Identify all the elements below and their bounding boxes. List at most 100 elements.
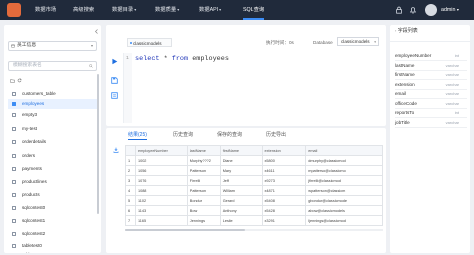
table-item[interactable]: customers_table bbox=[8, 89, 98, 99]
chevron-down-icon: ▾ bbox=[456, 7, 459, 12]
column-header[interactable]: employeeNumber bbox=[134, 145, 188, 156]
column-header[interactable] bbox=[125, 145, 136, 156]
tab-history[interactable]: 历史查询 bbox=[173, 131, 193, 138]
table-icon bbox=[12, 232, 16, 236]
collapse-icon[interactable] bbox=[94, 29, 99, 34]
field-type: varchar bbox=[445, 72, 459, 77]
chevron-left-icon[interactable]: ‹ bbox=[395, 28, 396, 33]
table-name: sqlcontest2 bbox=[22, 231, 46, 236]
table-icon bbox=[12, 92, 16, 96]
table-item[interactable]: payments bbox=[8, 164, 98, 174]
tab-results[interactable]: 结果(25) bbox=[128, 131, 147, 140]
table-cell: x5428 bbox=[261, 205, 307, 216]
nav-label: SQL查询 bbox=[243, 7, 265, 13]
table-row[interactable]: 2 1056 Patterson Mary x4611 mpatterso@classic… bbox=[125, 165, 383, 176]
database-select[interactable]: classicmodels ▾ bbox=[337, 37, 379, 46]
field-item[interactable]: jobTitle varchar bbox=[395, 118, 467, 128]
chevron-down-icon: ▾ bbox=[90, 43, 93, 48]
table-item[interactable]: tabletest1 bbox=[8, 250, 98, 253]
nav-data-market[interactable]: 数据市场 bbox=[35, 0, 56, 20]
field-list-title-text: 字段列表 bbox=[397, 28, 418, 34]
table-row[interactable]: 5 1102 Bondur Gerard x5408 gbondur@classicmod… bbox=[125, 195, 383, 206]
table-row[interactable]: 4 1088 Patterson William x4871 wpatterson@cla… bbox=[125, 185, 383, 196]
table-cell: 1076 bbox=[134, 175, 188, 186]
table-row[interactable]: 7 1165 Jennings Leslie x3291 ljennings@classi… bbox=[125, 215, 383, 226]
nav-label: 高级搜索 bbox=[73, 7, 95, 13]
field-item[interactable]: employeeNumber int bbox=[395, 51, 467, 61]
table-icon bbox=[12, 113, 16, 117]
column-header[interactable]: lastName bbox=[186, 145, 221, 156]
scroll-thumb[interactable] bbox=[125, 229, 245, 231]
table-name: tabletest1 bbox=[22, 252, 42, 253]
table-item[interactable]: empty3 bbox=[8, 110, 98, 120]
bell-icon[interactable] bbox=[409, 6, 417, 14]
table-cell: x5800 bbox=[261, 155, 307, 166]
table-cell: 1143 bbox=[134, 205, 188, 216]
column-header[interactable]: extension bbox=[261, 145, 307, 156]
tab-export-history[interactable]: 历史导出 bbox=[266, 131, 286, 138]
avatar[interactable] bbox=[425, 4, 437, 16]
table-item[interactable]: orderdetails bbox=[8, 137, 98, 147]
nav-label: 数据API bbox=[199, 7, 219, 13]
table-search-input[interactable]: 模糊搜索表名 bbox=[8, 61, 97, 71]
field-type: int bbox=[454, 110, 459, 115]
field-item[interactable]: firstName varchar bbox=[395, 70, 467, 80]
nav-data-api[interactable]: 数据API▾ bbox=[199, 0, 221, 20]
table-row[interactable]: 3 1076 Firrelli Jeff x9273 jfirrelli@classicm… bbox=[125, 175, 383, 186]
column-header[interactable]: firstName bbox=[219, 145, 263, 156]
brand-logo[interactable] bbox=[7, 3, 21, 17]
datasource-select[interactable]: 员工信息 ▾ bbox=[8, 41, 97, 51]
table-cell: ljennings@classicmod bbox=[305, 215, 383, 226]
table-cell: Bondur bbox=[186, 195, 221, 206]
table-name: payments bbox=[22, 166, 42, 171]
lock-icon[interactable] bbox=[395, 6, 403, 14]
table-name: sqlcontest0 bbox=[22, 205, 46, 210]
sql-code: select * from employees bbox=[135, 55, 229, 63]
nav-data-quality[interactable]: 数据质量▾ bbox=[155, 0, 179, 20]
nav-advanced-search[interactable]: 高级搜索 bbox=[73, 0, 94, 20]
nav-label: 数据质量 bbox=[155, 7, 177, 13]
table-cell: Leslie bbox=[219, 215, 263, 226]
save-icon[interactable] bbox=[111, 77, 118, 84]
table-name: sqlcontest1 bbox=[22, 218, 46, 223]
table-item[interactable]: sqlcontest1 bbox=[8, 216, 98, 226]
field-type: varchar bbox=[445, 91, 459, 96]
code-area[interactable]: 1 select * from employees bbox=[123, 53, 383, 123]
user-name[interactable]: admin ▾ bbox=[441, 0, 459, 20]
table-item[interactable]: sqlcontest0 bbox=[8, 203, 98, 213]
database-label: Database bbox=[313, 40, 333, 45]
table-item[interactable]: my-test bbox=[8, 124, 98, 134]
table-row[interactable]: 1 1002 Murphy???2 Diane x5800 dmurphy@classic… bbox=[125, 155, 383, 166]
field-item[interactable]: email varchar bbox=[395, 89, 467, 99]
table-row[interactable]: 6 1143 Bow Anthony x5428 abow@classicmodels bbox=[125, 205, 383, 216]
chevron-down-icon: ▾ bbox=[374, 40, 376, 44]
table-cell: abow@classicmodels bbox=[305, 205, 383, 216]
db-tab[interactable]: classicmodels bbox=[127, 38, 172, 47]
format-icon[interactable] bbox=[111, 92, 118, 99]
field-name: employeeNumber bbox=[395, 53, 432, 58]
table-cell: 1056 bbox=[134, 165, 188, 176]
nav-sql-query[interactable]: SQL查询 bbox=[243, 0, 265, 20]
run-icon[interactable] bbox=[111, 58, 118, 65]
column-header[interactable]: email bbox=[305, 145, 383, 156]
nav-data-catalog[interactable]: 数据目录▾ bbox=[112, 0, 136, 20]
table-item[interactable]: orders bbox=[8, 151, 98, 161]
table-item[interactable]: productlines bbox=[8, 177, 98, 187]
table-item-selected[interactable]: employees bbox=[8, 99, 98, 109]
table-name: tabletest0 bbox=[22, 243, 42, 248]
table-cell: x4871 bbox=[261, 185, 307, 196]
field-type: varchar bbox=[445, 120, 459, 125]
table-name: customers_table bbox=[22, 91, 56, 96]
sql-editor-panel: classicmodels 执行时间：0s Database classicmo… bbox=[106, 25, 386, 126]
table-list-scrollbar[interactable] bbox=[97, 74, 99, 214]
horizontal-scrollbar[interactable] bbox=[125, 229, 383, 231]
nav-label: 数据目录 bbox=[112, 7, 134, 13]
chevron-down-icon: ▾ bbox=[134, 7, 137, 12]
table-item[interactable]: products bbox=[8, 190, 98, 200]
table-item[interactable]: tabletest0 bbox=[8, 241, 98, 250]
field-item[interactable]: reportsTo int bbox=[395, 108, 467, 118]
tab-saved-queries[interactable]: 保存的查询 bbox=[217, 131, 242, 138]
download-icon[interactable] bbox=[113, 147, 119, 153]
table-item[interactable]: sqlcontest2 bbox=[8, 229, 98, 239]
refresh-icon[interactable] bbox=[17, 78, 22, 83]
